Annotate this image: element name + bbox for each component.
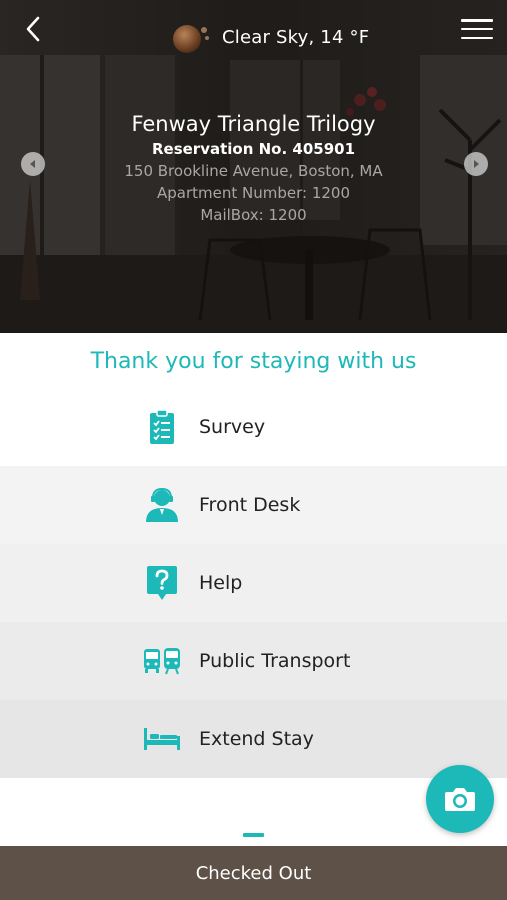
top-bar: Clear Sky, 14 °F xyxy=(0,0,507,70)
menu-item-public-transport[interactable]: Public Transport xyxy=(0,622,507,700)
hamburger-menu-button[interactable] xyxy=(461,16,493,42)
page-indicator xyxy=(243,833,264,837)
back-button[interactable] xyxy=(16,12,50,46)
question-mark-icon xyxy=(147,566,177,600)
caret-left-icon xyxy=(30,160,35,168)
property-address: 150 Brookline Avenue, Boston, MA xyxy=(124,162,383,180)
menu-item-label: Help xyxy=(199,572,243,594)
menu-item-label: Public Transport xyxy=(199,650,351,672)
weather-widget: Clear Sky, 14 °F xyxy=(172,20,369,54)
clipboard-checklist-icon xyxy=(150,409,174,444)
bed-icon xyxy=(144,728,180,750)
camera-icon xyxy=(445,788,475,811)
back-chevron-icon xyxy=(26,16,40,42)
receptionist-headset-icon xyxy=(146,487,178,522)
moon-clear-sky-icon xyxy=(173,25,209,53)
menu-item-label: Extend Stay xyxy=(199,728,314,750)
menu-item-label: Front Desk xyxy=(199,494,301,516)
carousel-prev-button[interactable] xyxy=(21,152,45,176)
mailbox-number: MailBox: 1200 xyxy=(200,206,307,224)
menu-item-help[interactable]: Help xyxy=(0,544,507,622)
menu-item-front-desk[interactable]: Front Desk xyxy=(0,466,507,544)
menu-item-label: Survey xyxy=(199,416,266,438)
weather-text: Clear Sky, 14 °F xyxy=(222,26,370,48)
menu-list: Survey Front Desk Help Public Transport … xyxy=(0,388,507,778)
hamburger-menu-icon-line xyxy=(461,27,493,31)
carousel-next-button[interactable] xyxy=(464,152,488,176)
thanks-message: Thank you for staying with us xyxy=(90,349,417,374)
property-info: Fenway Triangle Trilogy Reservation No. … xyxy=(0,110,507,226)
property-hero: Clear Sky, 14 °F Fenway Triangle Trilogy… xyxy=(0,0,507,333)
menu-item-survey[interactable]: Survey xyxy=(0,388,507,466)
checked-out-bar[interactable]: Checked Out xyxy=(0,846,507,900)
property-name: Fenway Triangle Trilogy xyxy=(131,112,376,136)
caret-right-icon xyxy=(474,160,479,168)
hamburger-menu-icon-line xyxy=(461,19,493,22)
hamburger-menu-icon-line xyxy=(461,36,493,39)
reservation-number: Reservation No. 405901 xyxy=(151,140,356,158)
camera-button[interactable] xyxy=(426,765,494,833)
menu-item-extend-stay[interactable]: Extend Stay xyxy=(0,700,507,778)
bus-train-icon xyxy=(144,648,180,675)
checked-out-label: Checked Out xyxy=(195,862,312,884)
apartment-number: Apartment Number: 1200 xyxy=(156,184,350,202)
